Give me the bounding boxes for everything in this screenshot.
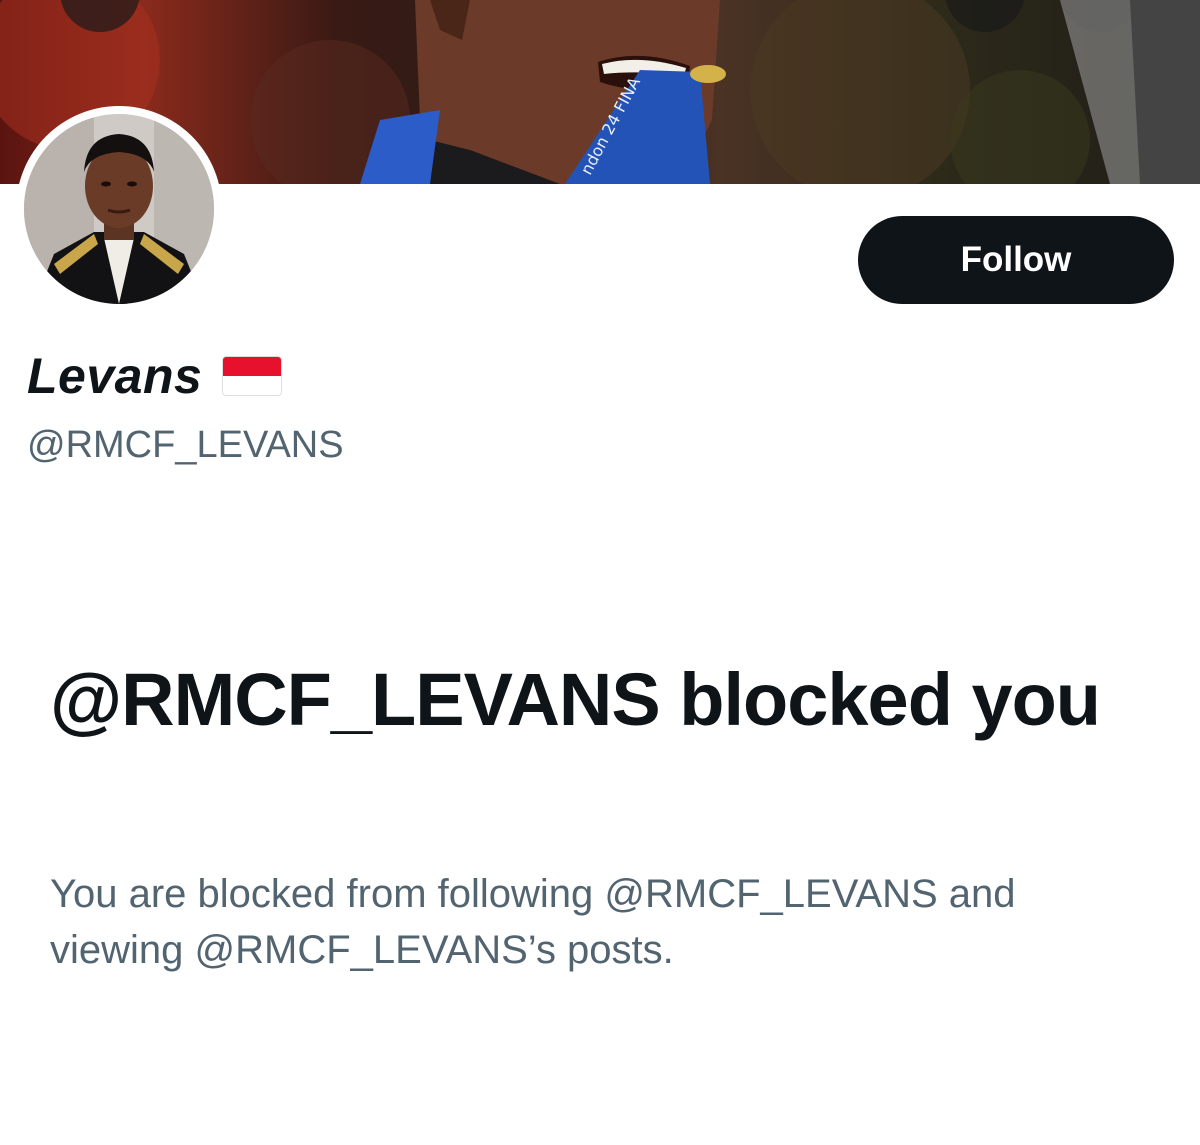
blocked-title: @RMCF_LEVANS blocked you [50,658,1101,741]
avatar-photo [24,114,214,304]
follow-button[interactable]: Follow [858,216,1174,304]
blocked-description: You are blocked from following @RMCF_LEV… [50,872,1016,972]
display-name: Levans [27,348,203,404]
profile-page: ndon 24 FINA Follow Levans @RMCF_LEVANS … [0,0,1200,1145]
profile-avatar[interactable] [16,106,222,312]
display-name-row: Levans [27,346,283,406]
avatar-portrait [24,114,214,304]
indonesia-flag-icon [222,356,283,396]
profile-handle: @RMCF_LEVANS [27,424,344,466]
